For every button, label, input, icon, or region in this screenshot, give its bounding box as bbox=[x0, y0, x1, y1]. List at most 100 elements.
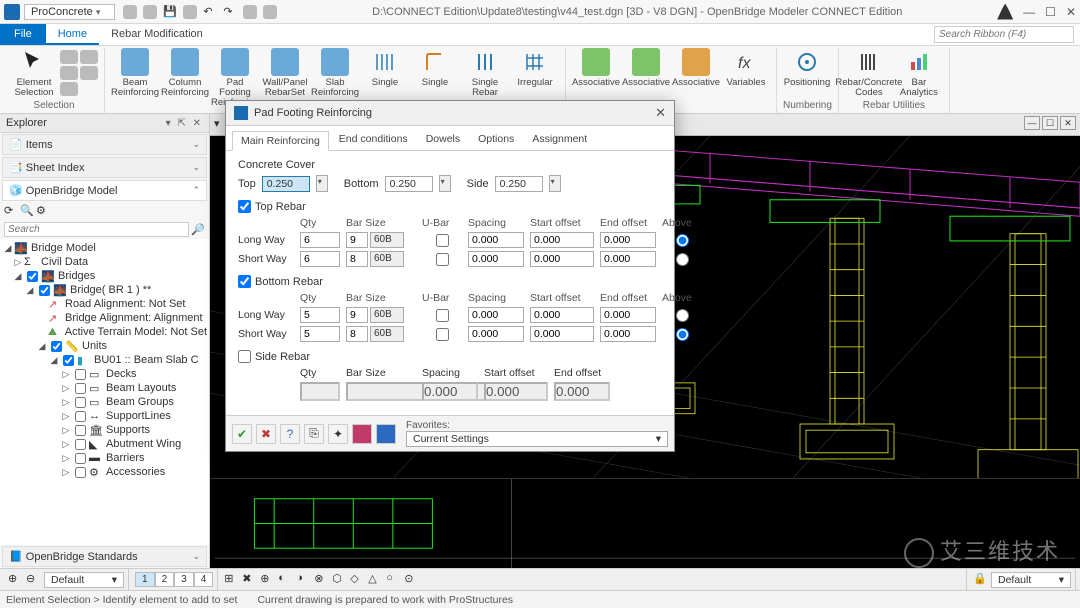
tool-button[interactable] bbox=[376, 424, 396, 444]
snap-icon[interactable]: ◐ bbox=[278, 572, 294, 588]
maximize-icon[interactable]: ☐ bbox=[1045, 5, 1056, 19]
view-min-icon[interactable]: — bbox=[1024, 116, 1040, 130]
slab-reinforcing-button[interactable]: Slab Reinforcing bbox=[311, 48, 359, 98]
snap-icon[interactable]: ⊕ bbox=[260, 572, 276, 588]
barsize-input[interactable] bbox=[346, 326, 368, 342]
sel-small-icon[interactable] bbox=[60, 50, 78, 64]
grade-select[interactable]: 60B bbox=[370, 307, 404, 323]
end-offset-input[interactable] bbox=[600, 326, 656, 342]
sel-small-icon[interactable] bbox=[80, 50, 98, 64]
qty-input[interactable] bbox=[300, 232, 340, 248]
snap-icon[interactable]: △ bbox=[368, 572, 384, 588]
spacing-input[interactable] bbox=[468, 307, 524, 323]
qty-input[interactable] bbox=[300, 307, 340, 323]
tab-rebar-modification[interactable]: Rebar Modification bbox=[99, 24, 215, 45]
end-offset-input[interactable] bbox=[600, 251, 656, 267]
view-max-icon[interactable]: ☐ bbox=[1042, 116, 1058, 130]
qat-icon[interactable] bbox=[263, 5, 277, 19]
above-radio[interactable] bbox=[676, 328, 689, 341]
tree-item[interactable]: Accessories bbox=[106, 466, 165, 478]
close-icon[interactable]: ✕ bbox=[1066, 5, 1076, 19]
tree-item[interactable]: Bridge Alignment: Alignment bbox=[65, 312, 203, 324]
tree-checkbox[interactable] bbox=[75, 411, 86, 422]
view-close-icon[interactable]: ✕ bbox=[1060, 116, 1076, 130]
tree-item[interactable]: Abutment Wing bbox=[106, 438, 181, 450]
tree-checkbox[interactable] bbox=[51, 341, 62, 352]
items-section[interactable]: 📄 Items⌄ bbox=[2, 134, 207, 155]
qty-input[interactable] bbox=[300, 251, 340, 267]
ubar-checkbox[interactable] bbox=[436, 309, 449, 322]
grade-select[interactable]: 60B bbox=[370, 232, 404, 248]
tree-checkbox[interactable] bbox=[27, 271, 38, 282]
snap-icon[interactable]: ○ bbox=[386, 572, 402, 588]
start-offset-input[interactable] bbox=[530, 307, 594, 323]
sel-small-icon[interactable] bbox=[80, 66, 98, 80]
copy-button[interactable]: ⎘ bbox=[304, 424, 324, 444]
qty-input[interactable] bbox=[300, 326, 340, 342]
barsize-input[interactable] bbox=[346, 251, 368, 267]
tab-options[interactable]: Options bbox=[470, 130, 522, 150]
ribbon-search-input[interactable] bbox=[934, 26, 1074, 43]
tab-main-reinforcing[interactable]: Main Reinforcing bbox=[232, 131, 329, 151]
single-rebar-button[interactable]: Single Rebar bbox=[461, 48, 509, 98]
qat-icon[interactable] bbox=[123, 5, 137, 19]
accept-button[interactable]: ✔ bbox=[232, 424, 252, 444]
side-rebar-checkbox[interactable] bbox=[238, 350, 251, 363]
minimize-icon[interactable]: — bbox=[1023, 5, 1035, 19]
user-icon[interactable] bbox=[997, 4, 1013, 20]
ubar-checkbox[interactable] bbox=[436, 234, 449, 247]
level-select[interactable]: Default▾ bbox=[44, 572, 124, 588]
sel-small-icon[interactable] bbox=[60, 82, 78, 96]
qat-icon[interactable] bbox=[183, 5, 197, 19]
dropdown-icon[interactable] bbox=[439, 175, 451, 192]
associative-button-2[interactable]: Associative bbox=[622, 48, 670, 88]
single-button-2[interactable]: Single bbox=[411, 48, 459, 88]
qat-icon[interactable] bbox=[243, 5, 257, 19]
cover-side-input[interactable]: 0.250 bbox=[495, 176, 543, 192]
positioning-button[interactable]: Positioning bbox=[783, 48, 831, 88]
tree-item[interactable]: Civil Data bbox=[41, 256, 88, 268]
sheet-index-section[interactable]: 📑 Sheet Index⌄ bbox=[2, 157, 207, 178]
associative-button-3[interactable]: Associative bbox=[672, 48, 720, 88]
ubar-checkbox[interactable] bbox=[436, 253, 449, 266]
lock-select[interactable]: Default▾ bbox=[991, 572, 1071, 588]
tool-button[interactable] bbox=[352, 424, 372, 444]
cover-top-input[interactable]: 0.250 bbox=[262, 176, 310, 192]
above-radio[interactable] bbox=[676, 253, 689, 266]
filter-icon[interactable]: ⚙ bbox=[36, 204, 50, 218]
spacing-input[interactable] bbox=[468, 326, 524, 342]
tree-checkbox[interactable] bbox=[75, 397, 86, 408]
spacing-input[interactable] bbox=[468, 232, 524, 248]
end-offset-input[interactable] bbox=[600, 307, 656, 323]
ubar-checkbox[interactable] bbox=[436, 328, 449, 341]
save-icon[interactable]: 💾 bbox=[163, 5, 177, 19]
column-reinforcing-button[interactable]: Column Reinforcing bbox=[161, 48, 209, 98]
tree-item[interactable]: Bridge( BR 1 ) ** bbox=[70, 284, 151, 296]
search-go-icon[interactable]: 🔎 bbox=[191, 223, 205, 237]
dropdown-icon[interactable] bbox=[549, 175, 561, 192]
cancel-button[interactable]: ✖ bbox=[256, 424, 276, 444]
snap-icon[interactable]: ◑ bbox=[296, 572, 312, 588]
beam-reinforcing-button[interactable]: Beam Reinforcing bbox=[111, 48, 159, 98]
tree-checkbox[interactable] bbox=[75, 383, 86, 394]
view-tabs[interactable]: 1 2 3 4 bbox=[135, 572, 213, 587]
qat-icon[interactable] bbox=[143, 5, 157, 19]
tab-home[interactable]: Home bbox=[46, 24, 99, 45]
tool-icon[interactable]: ⊕ bbox=[8, 572, 24, 588]
snap-icon[interactable]: ⬡ bbox=[332, 572, 348, 588]
workflow-dropdown[interactable]: ProConcrete ▾ bbox=[24, 4, 115, 20]
wall-panel-button[interactable]: Wall/Panel RebarSet bbox=[261, 48, 309, 98]
help-button[interactable]: ? bbox=[280, 424, 300, 444]
rebar-codes-button[interactable]: Rebar/Concrete Codes bbox=[845, 48, 893, 98]
panel-controls[interactable]: ▾ ⇱ ✕ bbox=[166, 118, 203, 129]
openbridge-standards-section[interactable]: 📘 OpenBridge Standards⌄ bbox=[2, 546, 207, 567]
barsize-input[interactable] bbox=[346, 307, 368, 323]
snap-icon[interactable]: ⊙ bbox=[404, 572, 420, 588]
barsize-input[interactable] bbox=[346, 232, 368, 248]
tab-end-conditions[interactable]: End conditions bbox=[331, 130, 416, 150]
tree-item[interactable]: Beam Groups bbox=[106, 396, 174, 408]
start-offset-input[interactable] bbox=[530, 326, 594, 342]
tool-icon[interactable]: ⊖ bbox=[26, 572, 42, 588]
spacing-input[interactable] bbox=[468, 251, 524, 267]
search-icon[interactable]: 🔍 bbox=[20, 204, 34, 218]
